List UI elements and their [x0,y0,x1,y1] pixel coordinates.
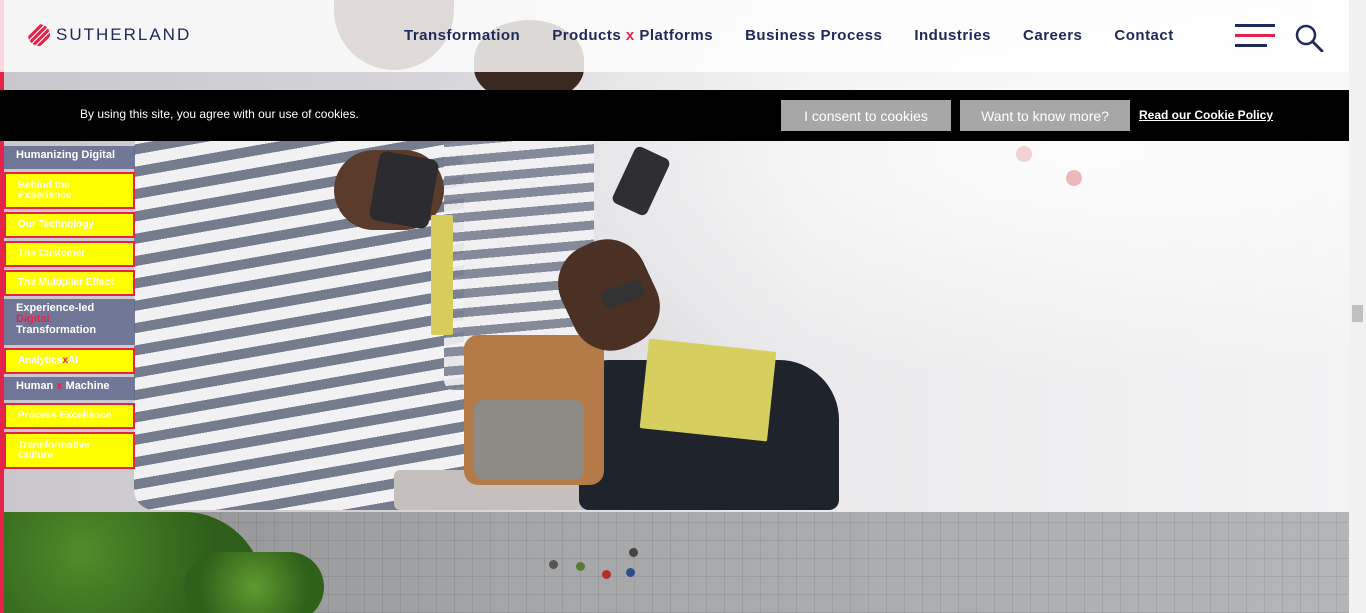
side-item-multiplier-effect[interactable]: The Multiplier Effect [4,270,135,296]
cookie-banner: By using this site, you agree with our u… [0,90,1349,141]
hero-image [4,0,1349,512]
nav-label-part: Products [552,27,626,44]
logo-text: SUTHERLAND [56,25,192,44]
side-item-transformative-culture[interactable]: Transformative Culture [4,432,135,469]
side-heading-experience-led[interactable]: Experience-led Digital Transformation [4,299,135,345]
scrollbar-thumb[interactable] [1352,305,1363,322]
side-heading-humanizing-digital[interactable]: Humanizing Digital [4,146,135,169]
side-item-our-technology[interactable]: Our Technology [4,212,135,238]
hamburger-icon[interactable] [1235,24,1275,48]
aerial-person [602,570,611,579]
aerial-trees [184,552,324,613]
side-section-nav: Humanizing Digital Behind the Experience… [4,146,135,472]
nav-label-x: x [625,27,635,44]
site-header: SUTHERLAND Transformation Products x Pla… [0,0,1349,72]
sutherland-logo[interactable]: SUTHERLAND [28,24,191,46]
hero-phone [610,144,672,218]
know-more-button[interactable]: Want to know more? [960,100,1130,131]
side-item-label-part: AI [68,355,79,366]
hero-book [431,215,453,335]
bokeh-light [1066,170,1082,186]
nav-transformation[interactable]: Transformation [404,27,520,44]
hero-bag-panel [474,400,584,480]
consent-cookies-button[interactable]: I consent to cookies [781,100,951,131]
page-scrollbar[interactable] [1349,0,1366,613]
side-item-the-customer[interactable]: The Customer [4,241,135,267]
side-item-process-excellence[interactable]: Process Excellence [4,403,135,429]
nav-label-part: Platforms [634,27,714,44]
nav-contact[interactable]: Contact [1114,27,1173,44]
side-heading-line: Transformation [16,324,97,336]
side-heading-part: Human [16,380,57,392]
side-item-label-part: Analytics [18,355,63,366]
logo-mark-icon [28,24,50,46]
nav-careers[interactable]: Careers [1023,27,1082,44]
bokeh-light [1016,146,1032,162]
nav-industries[interactable]: Industries [914,27,991,44]
side-item-behind-the-experience[interactable]: Behind the Experience [4,172,135,209]
nav-products-platforms[interactable]: Products x Platforms [552,27,713,44]
aerial-image [4,512,1349,613]
nav-business-process[interactable]: Business Process [745,27,882,44]
cookie-policy-link[interactable]: Read our Cookie Policy [1139,108,1273,122]
aerial-person [626,568,635,577]
side-item-analytics-ai[interactable]: Analytics x AI [4,348,135,374]
aerial-person [629,548,638,557]
side-heading-human-machine[interactable]: Human x Machine [4,377,135,400]
hero-book [639,338,777,442]
search-icon[interactable] [1294,24,1324,52]
aerial-person [576,562,585,571]
side-heading-part: Machine [62,380,110,392]
main-nav: Transformation Products x Platforms Busi… [404,27,1174,44]
hero-phone [368,150,440,230]
cookie-message: By using this site, you agree with our u… [80,107,359,121]
aerial-person [549,560,558,569]
